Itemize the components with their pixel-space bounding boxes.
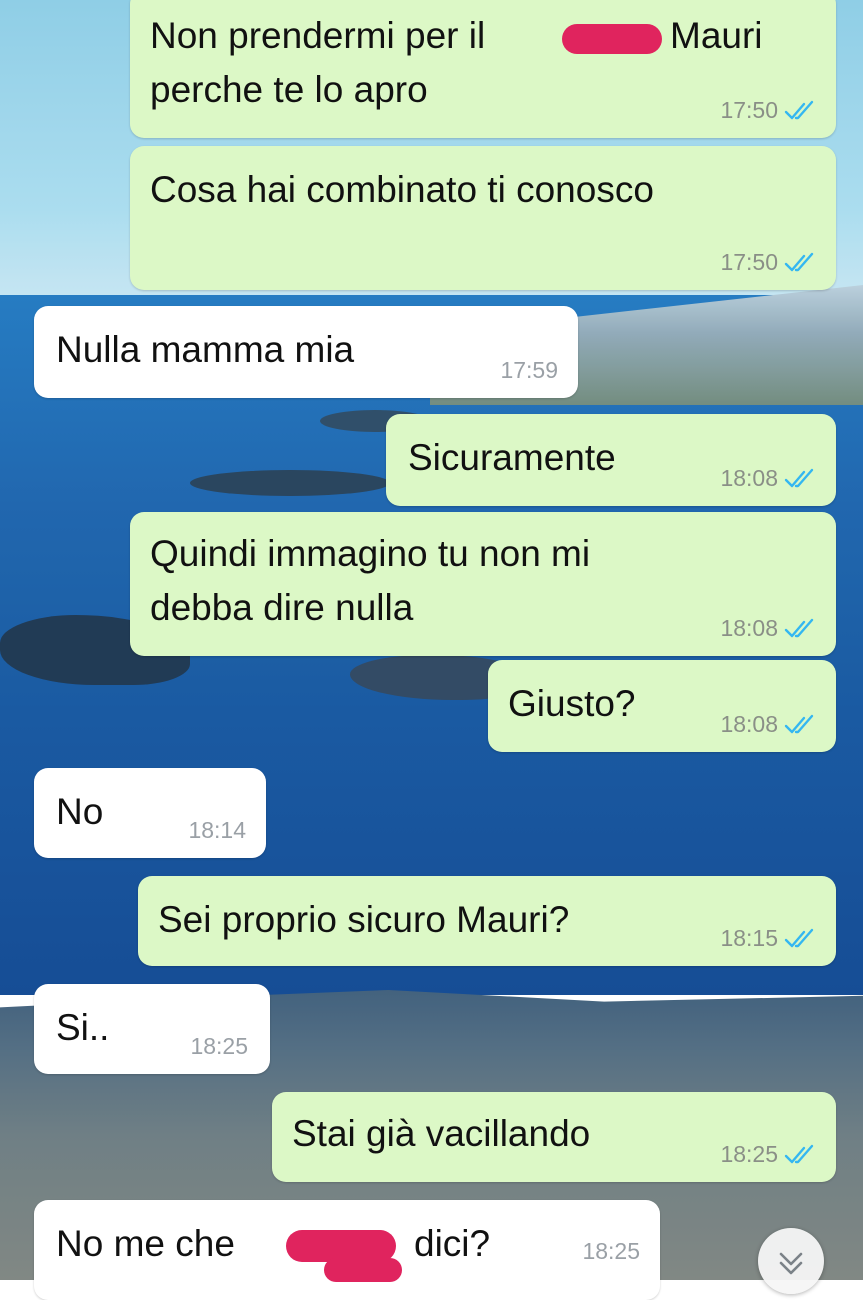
message-timestamp: 17:50 [720, 249, 778, 275]
redaction-mark [562, 24, 662, 54]
message-text: dici? [414, 1223, 491, 1264]
double-check-icon [784, 714, 814, 733]
message-timestamp: 18:15 [720, 925, 778, 951]
message-timestamp: 17:59 [500, 357, 558, 383]
scroll-to-bottom-button[interactable] [758, 1228, 824, 1294]
message-text: No me che [56, 1223, 235, 1264]
message-bubble-outgoing[interactable]: Stai già vacillando 18:25 [272, 1092, 836, 1182]
message-bubble-outgoing[interactable]: Quindi immagino tu non mi debba dire nul… [130, 512, 836, 656]
message-text: Sicuramente [408, 437, 616, 478]
message-timestamp: 17:50 [720, 97, 778, 123]
message-bubble-outgoing[interactable]: Non prendermi per il Mauri perche te lo … [130, 0, 836, 138]
double-check-icon [784, 1144, 814, 1163]
double-check-icon [784, 928, 814, 947]
message-text: Mauri [670, 15, 763, 56]
message-list[interactable]: Non prendermi per il Mauri perche te lo … [0, 0, 863, 1300]
message-text: Cosa hai combinato ti conosco [150, 169, 654, 210]
message-bubble-outgoing[interactable]: Giusto? 18:08 [488, 660, 836, 752]
message-text: perche te lo apro [150, 69, 428, 110]
message-text: debba dire nulla [150, 587, 414, 628]
double-check-icon [784, 252, 814, 271]
message-text: Si.. [56, 1007, 110, 1048]
message-timestamp: 18:08 [720, 615, 778, 641]
message-bubble-incoming[interactable]: Si.. 18:25 [34, 984, 270, 1074]
message-bubble-incoming[interactable]: No me che dici? 18:25 [34, 1200, 660, 1300]
message-text: Giusto? [508, 683, 636, 724]
message-bubble-incoming[interactable]: Nulla mamma mia 17:59 [34, 306, 578, 398]
message-bubble-outgoing[interactable]: Sicuramente 18:08 [386, 414, 836, 506]
double-check-icon [784, 618, 814, 637]
double-check-icon [784, 468, 814, 487]
message-timestamp: 18:25 [190, 1033, 248, 1059]
message-timestamp: 18:08 [720, 465, 778, 491]
chevron-double-down-icon [779, 1252, 803, 1275]
redaction-mark [324, 1258, 402, 1282]
message-bubble-outgoing[interactable]: Sei proprio sicuro Mauri? 18:15 [138, 876, 836, 966]
message-text: Nulla mamma mia [56, 329, 355, 370]
message-text: Non prendermi per il [150, 15, 486, 56]
message-bubble-incoming[interactable]: No 18:14 [34, 768, 266, 858]
message-text: Sei proprio sicuro Mauri? [158, 899, 570, 940]
message-timestamp: 18:14 [188, 817, 246, 843]
message-text: Quindi immagino tu non mi [150, 533, 591, 574]
message-timestamp: 18:25 [582, 1238, 640, 1264]
message-text: No [56, 791, 104, 832]
message-timestamp: 18:08 [720, 711, 778, 737]
message-bubble-outgoing[interactable]: Cosa hai combinato ti conosco 17:50 [130, 146, 836, 290]
message-timestamp: 18:25 [720, 1141, 778, 1167]
double-check-icon [784, 100, 814, 119]
message-text: Stai già vacillando [292, 1113, 591, 1154]
